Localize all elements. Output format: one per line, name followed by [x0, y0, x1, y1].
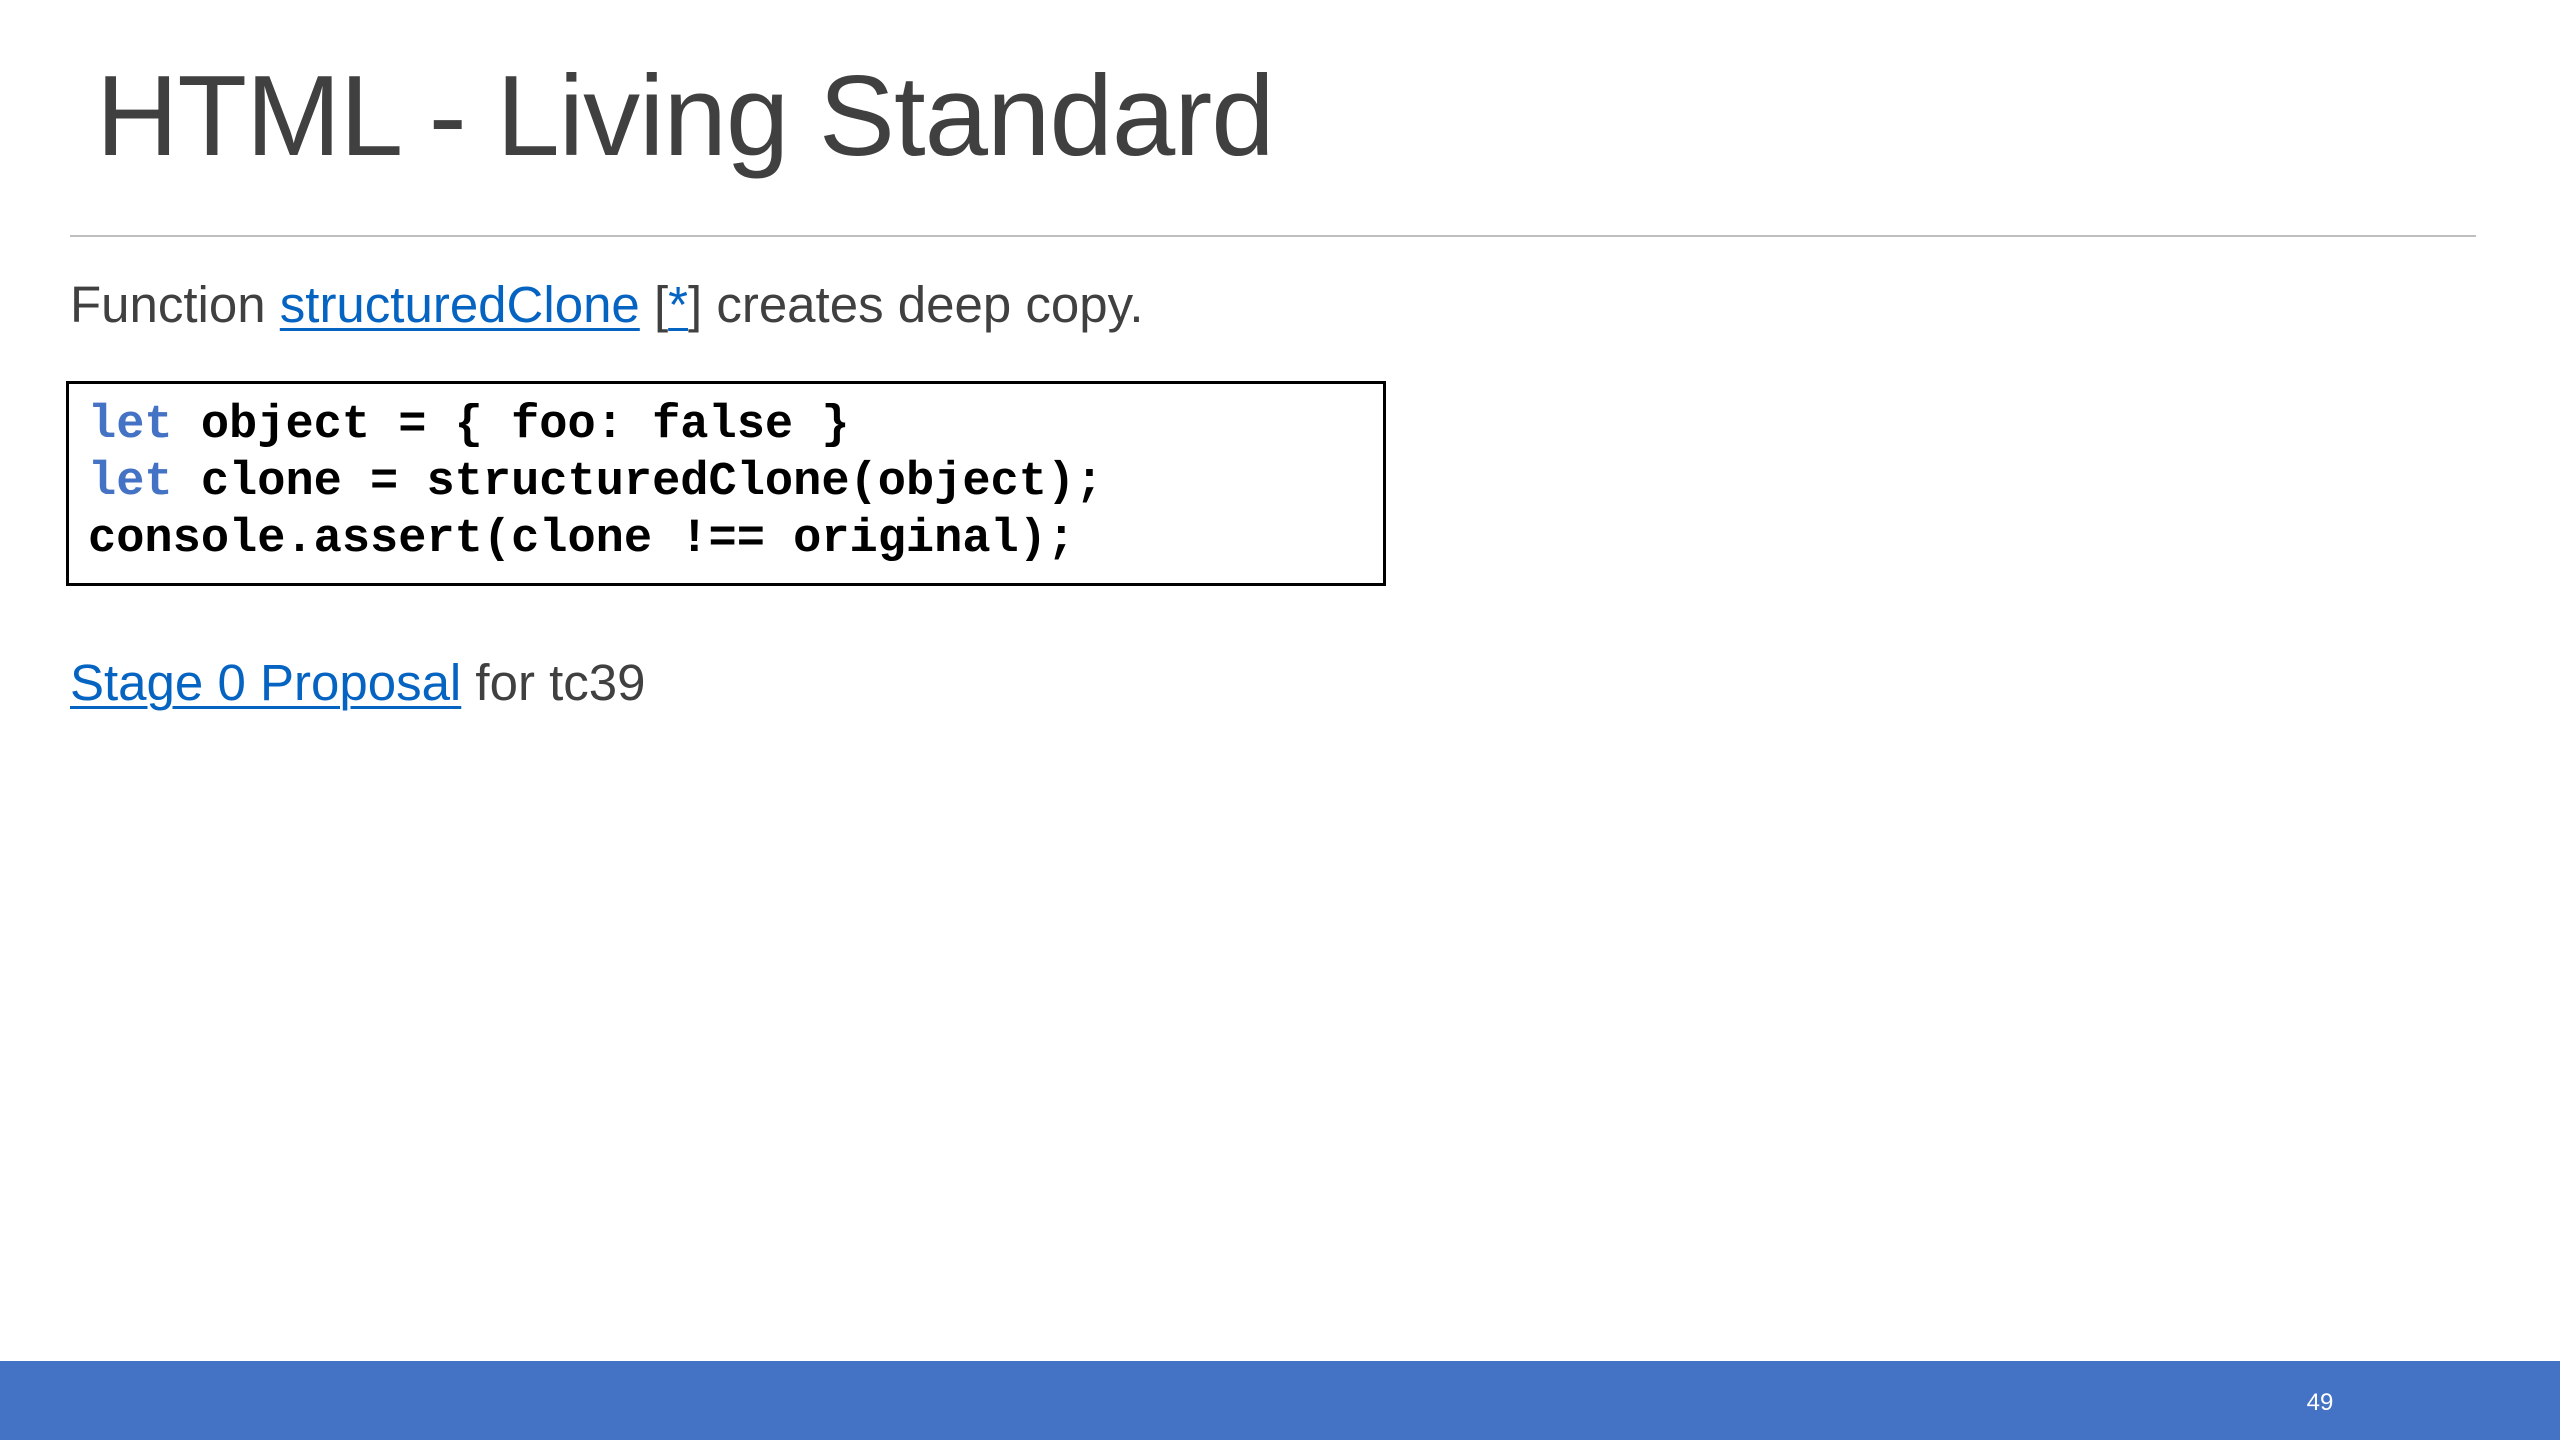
- structured-clone-link[interactable]: structuredClone: [280, 276, 640, 333]
- footer-bar: [0, 1361, 2560, 1440]
- code-block: let object = { foo: false } let clone = …: [66, 381, 1386, 586]
- page-number: 49: [2306, 1389, 2334, 1416]
- slide-title: HTML - Living Standard: [96, 53, 1275, 180]
- bracket-open: [: [639, 276, 669, 333]
- code-text: console.assert(clone !== original);: [88, 513, 1076, 566]
- stage-0-proposal-link[interactable]: Stage 0 Proposal: [70, 654, 461, 711]
- proposal-suffix: for tc39: [461, 654, 646, 711]
- code-line: console.assert(clone !== original);: [88, 511, 1383, 568]
- structured-clone-description: Function structuredClone [*] creates dee…: [70, 272, 1144, 338]
- code-text: clone = structuredClone(object);: [172, 456, 1104, 509]
- description-prefix: Function: [70, 276, 280, 333]
- code-line: let object = { foo: false }: [88, 397, 1383, 454]
- code-text: object = { foo: false }: [172, 399, 850, 452]
- slide: HTML - Living Standard Function structur…: [0, 0, 2560, 1440]
- reference-link[interactable]: *: [668, 276, 688, 333]
- code-keyword: let: [88, 456, 173, 509]
- code-line: let clone = structuredClone(object);: [88, 454, 1383, 511]
- description-suffix: ] creates deep copy.: [688, 276, 1144, 333]
- code-keyword: let: [88, 399, 173, 452]
- proposal-line: Stage 0 Proposal for tc39: [70, 650, 646, 716]
- title-divider: [70, 235, 2476, 237]
